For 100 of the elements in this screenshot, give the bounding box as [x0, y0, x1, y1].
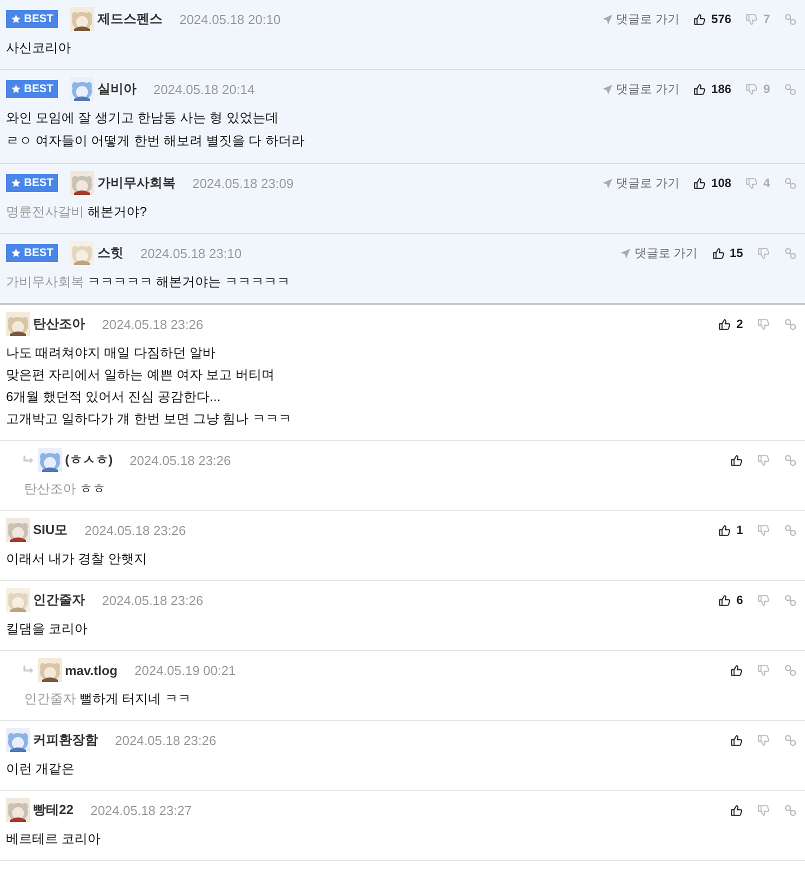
thumbs-up-icon	[718, 524, 732, 536]
timestamp: 2024.05.18 23:26	[84, 522, 186, 538]
author-name[interactable]: 탄산조아	[33, 315, 85, 333]
author-name[interactable]: 인간줄자	[33, 591, 85, 609]
like-button[interactable]: 576	[693, 12, 732, 26]
link-icon[interactable]	[784, 664, 797, 676]
thumbs-up-icon	[693, 12, 706, 26]
go-to-reply-link[interactable]: 댓글로 가기	[602, 80, 680, 98]
thumbs-up-icon	[712, 246, 725, 260]
dislike-button[interactable]	[757, 804, 770, 816]
dislike-button[interactable]	[757, 734, 770, 746]
thumbs-down-icon	[757, 594, 770, 606]
comment-text: 탄산조아 ㅎㅎ	[23, 480, 107, 498]
link-icon[interactable]	[784, 82, 797, 96]
send-icon[interactable]	[602, 14, 613, 24]
author-name[interactable]: SIU모	[33, 521, 68, 539]
author-name[interactable]: 실비아	[97, 80, 136, 98]
comment-text: 인간줄자 뻘하게 터지네 ㅋㅋ	[23, 690, 192, 708]
link-icon[interactable]	[784, 176, 797, 190]
thumbs-down-icon	[745, 82, 758, 96]
send-icon[interactable]	[620, 248, 632, 258]
best-badge: BEST	[6, 174, 58, 192]
timestamp: 2024.05.18 23:10	[140, 246, 242, 260]
star-icon	[11, 178, 21, 188]
like-button[interactable]: 108	[693, 176, 732, 190]
thumbs-down-icon	[757, 246, 770, 260]
link-icon[interactable]	[784, 594, 797, 606]
star-icon	[11, 248, 21, 258]
thumbs-down-icon	[757, 524, 770, 536]
author-name[interactable]: mav.tlog	[65, 662, 118, 678]
like-button[interactable]	[730, 734, 743, 746]
thumbs-up-icon	[718, 318, 732, 330]
comment-text: 가비무사회복 ㅋㅋㅋㅋㅋ 해본거야는 ㅋㅋㅋㅋㅋ	[6, 273, 291, 291]
author-name[interactable]: 빵테22	[33, 801, 74, 819]
author-name[interactable]: 스힛	[97, 244, 124, 262]
comment-text: 와인 모임에 잘 생기고 한남동 사는 형 있었는데 ㄹㅇ 여자들이 어떻게 한번 해보려 별짓을 다 하더라	[6, 109, 306, 150]
comment-text: 나도 때려쳐야지 매일 다짐하던 알바 맞은편 자리에서 일하는 예쁜 여자 보고 버티며 6개월 했던적 있어서 진심 공감한다... 고개박고 일하다가 걔 한번 보면 그냥 힘나 ㅋㅋㅋ	[6, 344, 292, 428]
best-badge: BEST	[6, 10, 58, 28]
dislike-button[interactable]	[757, 664, 770, 676]
thumbs-up-icon	[693, 176, 706, 190]
link-icon[interactable]	[784, 734, 797, 746]
like-button[interactable]: 6	[718, 593, 743, 607]
thumbs-up-icon	[693, 82, 706, 96]
comment-text: 킬댐을 코리아	[6, 620, 89, 638]
thumbs-down-icon	[757, 734, 770, 746]
like-button[interactable]: 2	[718, 317, 743, 331]
thumbs-up-icon	[730, 664, 743, 676]
timestamp: 2024.05.18 23:27	[90, 802, 192, 818]
best-badge: BEST	[6, 244, 58, 262]
comment-text: 이런 개같은	[6, 760, 76, 778]
author-name[interactable]: 가비무사회복	[97, 174, 176, 192]
thumbs-up-icon	[730, 734, 743, 746]
thumbs-down-icon	[745, 176, 758, 190]
timestamp: 2024.05.18 23:26	[102, 316, 204, 332]
go-to-reply-link[interactable]: 댓글로 가기	[602, 10, 680, 28]
link-icon[interactable]	[784, 12, 797, 26]
timestamp: 2024.05.18 20:10	[179, 12, 281, 26]
send-icon[interactable]	[602, 84, 613, 94]
author-name[interactable]: 커피환장함	[33, 731, 98, 749]
comment-text: 사신코리아	[6, 39, 72, 57]
thumbs-up-icon	[718, 594, 732, 606]
dislike-button[interactable]	[757, 454, 770, 466]
thumbs-down-icon	[757, 804, 770, 816]
timestamp: 2024.05.18 23:26	[102, 592, 204, 608]
send-icon[interactable]	[602, 178, 613, 188]
comment-text: 명륜전사갈비 해본거야?	[6, 203, 148, 221]
author-name[interactable]: 제드스펜스	[97, 10, 162, 28]
author-name[interactable]: (ㅎㅅㅎ)	[65, 451, 113, 469]
like-button[interactable]	[730, 664, 743, 676]
thumbs-down-icon	[757, 454, 770, 466]
thumbs-down-icon	[757, 318, 770, 330]
link-icon[interactable]	[784, 246, 797, 260]
like-button[interactable]: 1	[718, 523, 743, 537]
timestamp: 2024.05.18 23:26	[115, 732, 216, 748]
link-icon[interactable]	[784, 454, 797, 466]
timestamp: 2024.05.18 23:09	[192, 176, 294, 190]
link-icon[interactable]	[784, 804, 797, 816]
go-to-reply-link[interactable]: 댓글로 가기	[602, 174, 680, 192]
thumbs-down-icon	[757, 664, 770, 676]
thumbs-up-icon	[730, 804, 743, 816]
link-icon[interactable]	[784, 524, 797, 536]
go-to-reply-link[interactable]: 댓글로 가기	[620, 244, 698, 262]
timestamp: 2024.05.19 00:21	[134, 662, 236, 678]
thumbs-down-icon	[745, 12, 758, 26]
dislike-button[interactable]	[757, 594, 770, 606]
comment-text: 베르테르 코리아	[6, 830, 102, 848]
best-badge: BEST	[6, 80, 58, 98]
like-button[interactable]: 186	[693, 82, 732, 96]
dislike-button[interactable]	[757, 524, 770, 536]
dislike-button[interactable]	[757, 318, 770, 330]
like-button[interactable]: 15	[712, 246, 743, 260]
dislike-button[interactable]	[757, 246, 770, 260]
link-icon[interactable]	[784, 318, 797, 330]
timestamp: 2024.05.18 20:14	[153, 82, 255, 96]
star-icon	[11, 84, 21, 94]
comment-text: 이래서 내가 경찰 안햇지	[6, 550, 148, 568]
like-button[interactable]	[730, 454, 743, 466]
like-button[interactable]	[730, 804, 743, 816]
timestamp: 2024.05.18 23:26	[130, 452, 231, 468]
star-icon	[11, 14, 21, 24]
